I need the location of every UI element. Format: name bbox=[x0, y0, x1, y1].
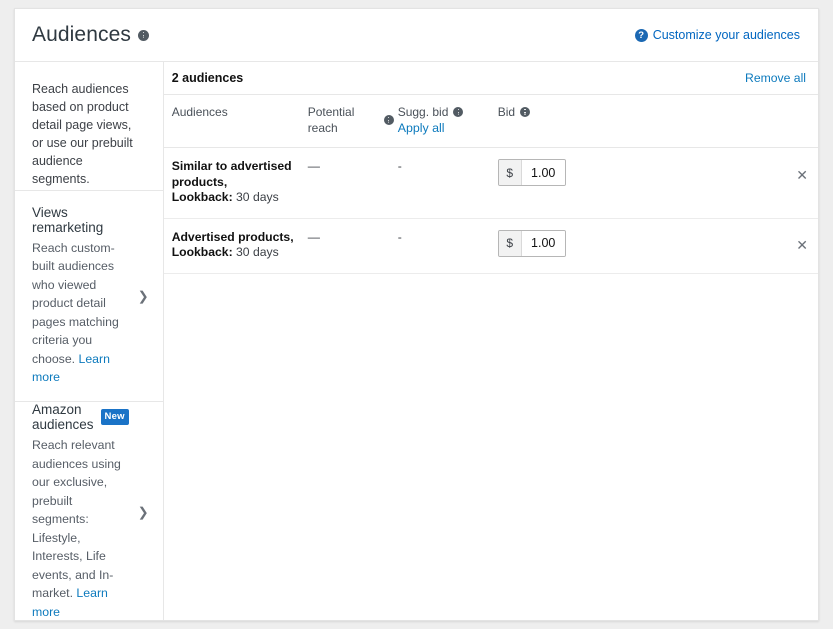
table-header-row: Audiences Potential reach Sugg. bid Appl… bbox=[163, 95, 818, 148]
option-description: Reach custom-built audiences who viewed … bbox=[32, 239, 129, 387]
cell-audience-name: Advertised products, Lookback: 30 days bbox=[163, 218, 308, 274]
table-row: Advertised products, Lookback: 30 days —… bbox=[163, 218, 818, 274]
audiences-card: Audiences ? Customize your audiences Rea… bbox=[14, 8, 819, 621]
option-title: Views remarketing bbox=[32, 204, 104, 235]
bid-wrapper: $ 1.00 ✕ bbox=[497, 229, 814, 257]
option-views-remarketing[interactable]: Views remarketing Reach custom-built aud… bbox=[15, 191, 163, 402]
audience-lookback: Lookback: 30 days bbox=[172, 190, 304, 206]
option-description-text: Reach relevant audiences using our exclu… bbox=[32, 438, 121, 600]
info-icon[interactable] bbox=[520, 107, 531, 117]
chevron-right-icon[interactable]: ❯ bbox=[138, 505, 149, 518]
bid-currency-prefix: $ bbox=[498, 160, 522, 185]
remove-all-button[interactable]: Remove all bbox=[745, 71, 806, 85]
cell-potential-reach: — bbox=[307, 147, 398, 219]
column-header-bid-label: Bid bbox=[497, 105, 516, 119]
selected-audiences-header: 2 audiences Remove all bbox=[163, 62, 818, 95]
option-description-text: Reach custom-built audiences who viewed … bbox=[32, 240, 119, 366]
option-description: Reach relevant audiences using our exclu… bbox=[32, 436, 129, 620]
intro-block: Reach audiences based on product detail … bbox=[15, 62, 163, 191]
info-icon[interactable] bbox=[137, 29, 149, 41]
lookback-label: Lookback: bbox=[171, 245, 233, 259]
close-icon[interactable]: ✕ bbox=[786, 234, 810, 252]
table-body: Similar to advertised products, Lookback… bbox=[163, 147, 818, 274]
content-split: Reach audiences based on product detail … bbox=[15, 62, 818, 620]
info-icon[interactable] bbox=[383, 115, 394, 125]
page-title: Audiences bbox=[32, 23, 131, 46]
selected-audiences-panel: 2 audiences Remove all Audiences Potenti… bbox=[163, 62, 818, 620]
audiences-count: 2 audiences bbox=[171, 71, 244, 85]
column-header-bid: Bid bbox=[497, 95, 818, 148]
audience-options-panel: Reach audiences based on product detail … bbox=[15, 62, 164, 620]
column-header-audiences-line: Audiences bbox=[172, 104, 304, 120]
lookback-value: 30 days bbox=[236, 245, 279, 259]
audience-name: Similar to advertised products, bbox=[171, 159, 292, 189]
cell-audience-name: Similar to advertised products, Lookback… bbox=[163, 147, 308, 219]
customize-audiences-link[interactable]: ? Customize your audiences bbox=[634, 28, 800, 42]
column-header-potential-reach-label: Potential reach bbox=[307, 105, 355, 135]
option-title-group: Views remarketing bbox=[32, 205, 129, 235]
cell-potential-reach: — bbox=[307, 218, 398, 274]
cell-sugg-bid: - bbox=[397, 218, 498, 274]
customize-audiences-label: Customize your audiences bbox=[652, 28, 800, 42]
bid-input[interactable]: $ 1.00 bbox=[497, 159, 566, 186]
column-header-sugg-bid-label: Sugg. bid bbox=[397, 105, 449, 119]
help-circle-icon: ? bbox=[634, 28, 648, 42]
page-header: Audiences ? Customize your audiences bbox=[15, 9, 818, 62]
audience-name: Advertised products, bbox=[171, 229, 294, 244]
column-header-bid-line: Bid bbox=[498, 104, 814, 120]
cell-bid: $ 1.00 ✕ bbox=[497, 218, 818, 274]
option-amazon-audiences[interactable]: Amazon audiences New Reach relevant audi… bbox=[15, 402, 163, 620]
intro-text: Reach audiences based on product detail … bbox=[32, 82, 133, 186]
column-header-potential-reach: Potential reach bbox=[307, 95, 398, 148]
chevron-right-icon[interactable]: ❯ bbox=[138, 289, 149, 302]
cell-sugg-bid: - bbox=[397, 147, 498, 219]
page-title-group: Audiences bbox=[32, 23, 149, 47]
bid-currency-prefix: $ bbox=[498, 230, 522, 256]
column-header-potential-reach-line: Potential reach bbox=[308, 104, 394, 136]
info-icon[interactable] bbox=[453, 107, 464, 117]
audiences-table: Audiences Potential reach Sugg. bid Appl… bbox=[163, 95, 818, 274]
bid-wrapper: $ 1.00 ✕ bbox=[497, 159, 814, 186]
table-row: Similar to advertised products, Lookback… bbox=[163, 147, 818, 219]
cell-bid: $ 1.00 ✕ bbox=[497, 147, 818, 219]
lookback-label: Lookback: bbox=[171, 190, 233, 204]
apply-all-button[interactable]: Apply all bbox=[398, 120, 494, 137]
column-header-sugg-bid: Sugg. bid Apply all bbox=[397, 95, 498, 148]
audience-lookback: Lookback: 30 days bbox=[172, 245, 304, 261]
option-title: Amazon audiences bbox=[32, 402, 94, 432]
column-header-sugg-bid-line: Sugg. bid bbox=[398, 104, 494, 120]
new-badge: New bbox=[100, 409, 129, 425]
bid-value[interactable]: 1.00 bbox=[521, 160, 565, 185]
close-icon[interactable]: ✕ bbox=[786, 164, 810, 182]
table-head: Audiences Potential reach Sugg. bid Appl… bbox=[163, 95, 818, 148]
column-header-audiences-label: Audiences bbox=[171, 105, 228, 119]
lookback-value: 30 days bbox=[236, 190, 279, 204]
bid-value[interactable]: 1.00 bbox=[521, 230, 565, 256]
column-header-audiences: Audiences bbox=[163, 95, 308, 148]
option-title-group: Amazon audiences New bbox=[32, 402, 129, 432]
bid-input[interactable]: $ 1.00 bbox=[497, 229, 566, 257]
